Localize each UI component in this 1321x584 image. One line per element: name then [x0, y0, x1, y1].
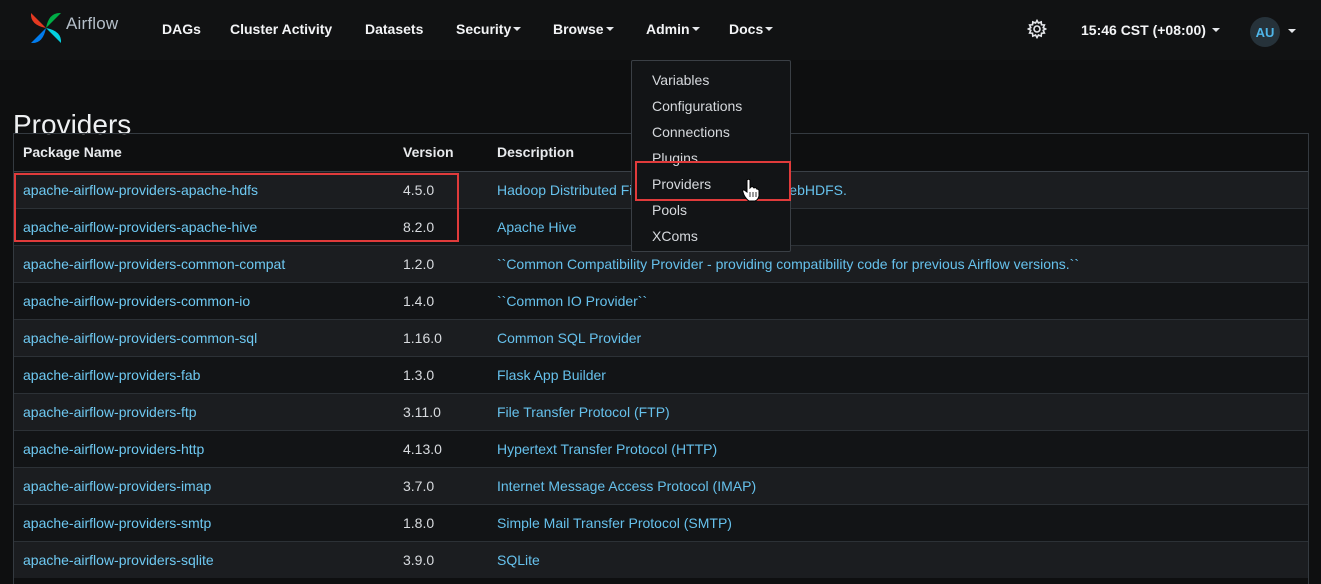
chevron-down-icon — [691, 27, 700, 32]
package-link[interactable]: apache-airflow-providers-common-compat — [23, 256, 285, 272]
header-version[interactable]: Version — [394, 134, 488, 172]
package-version: 3.7.0 — [394, 466, 488, 504]
chevron-down-icon[interactable] — [1288, 29, 1296, 33]
table-row: apache-airflow-providers-fab 1.3.0 Flask… — [14, 355, 1308, 393]
chevron-down-icon — [513, 27, 522, 32]
package-version: 1.2.0 — [394, 244, 488, 282]
table-row: apache-airflow-providers-http 4.13.0 Hyp… — [14, 429, 1308, 467]
table-row: apache-airflow-providers-smtp 1.8.0 Simp… — [14, 503, 1308, 541]
nav-docs-label: Docs — [729, 21, 764, 37]
package-description[interactable]: Hadoop Distributed File System (HDFS) an… — [488, 170, 1308, 208]
hand-cursor-icon — [742, 178, 760, 202]
package-version: 3.9.0 — [394, 540, 488, 578]
package-version: 4.13.0 — [394, 429, 488, 467]
package-version: 1.4.0 — [394, 281, 488, 319]
table-row: apache-airflow-providers-common-io 1.4.0… — [14, 281, 1308, 319]
nav-browse[interactable]: Browse — [553, 21, 614, 37]
package-link[interactable]: apache-airflow-providers-imap — [23, 478, 211, 494]
nav-datasets[interactable]: Datasets — [365, 21, 423, 37]
package-version: 1.16.0 — [394, 318, 488, 356]
package-link[interactable]: apache-airflow-providers-ftp — [23, 404, 197, 420]
package-version: 8.2.0 — [394, 207, 488, 245]
package-description[interactable]: Internet Message Access Protocol (IMAP) — [488, 466, 1308, 504]
brand-name: Airflow — [66, 14, 119, 33]
nav-admin[interactable]: Admin — [646, 21, 700, 37]
menu-item-plugins[interactable]: Plugins — [652, 150, 698, 166]
menu-item-xcoms[interactable]: XComs — [652, 228, 698, 244]
menu-item-providers[interactable]: Providers — [652, 176, 711, 192]
airflow-logo-icon — [30, 12, 62, 44]
top-navbar: Airflow DAGs Cluster Activity Datasets S… — [0, 0, 1321, 60]
user-avatar[interactable]: AU — [1250, 17, 1280, 47]
package-link[interactable]: apache-airflow-providers-http — [23, 441, 204, 457]
package-description[interactable]: Apache Hive — [488, 207, 1308, 245]
package-description[interactable]: Flask App Builder — [488, 355, 1308, 393]
package-link[interactable]: apache-airflow-providers-sqlite — [23, 552, 214, 568]
package-link[interactable]: apache-airflow-providers-apache-hive — [23, 219, 257, 235]
airflow-home-link[interactable]: Airflow — [27, 9, 118, 47]
nav-docs[interactable]: Docs — [729, 21, 774, 37]
nav-security-label: Security — [456, 21, 512, 37]
package-description[interactable]: Hypertext Transfer Protocol (HTTP) — [488, 429, 1308, 467]
menu-item-connections[interactable]: Connections — [652, 124, 730, 140]
timezone-clock[interactable]: 15:46 CST (+08:00) — [1081, 22, 1220, 38]
menu-item-configurations[interactable]: Configurations — [652, 98, 742, 114]
package-link[interactable]: apache-airflow-providers-common-sql — [23, 330, 257, 346]
chevron-down-icon — [765, 27, 774, 32]
clock-label: 15:46 CST (+08:00) — [1081, 22, 1206, 38]
gear-icon[interactable] — [1027, 19, 1047, 39]
table-row: apache-airflow-providers-sqlite 3.9.0 SQ… — [14, 540, 1308, 578]
package-description[interactable]: Common SQL Provider — [488, 318, 1308, 356]
package-version: 1.3.0 — [394, 355, 488, 393]
table-row: apache-airflow-providers-imap 3.7.0 Inte… — [14, 466, 1308, 504]
package-link[interactable]: apache-airflow-providers-smtp — [23, 515, 211, 531]
nav-dags[interactable]: DAGs — [162, 21, 201, 37]
admin-dropdown-menu: Variables Configurations Connections Plu… — [631, 60, 791, 252]
package-description[interactable]: File Transfer Protocol (FTP) — [488, 392, 1308, 430]
package-version: 4.5.0 — [394, 170, 488, 208]
package-description[interactable]: ``Common IO Provider`` — [488, 281, 1308, 319]
nav-cluster-activity[interactable]: Cluster Activity — [230, 21, 332, 37]
package-version: 1.8.0 — [394, 503, 488, 541]
table-row: apache-airflow-providers-ftp 3.11.0 File… — [14, 392, 1308, 430]
chevron-down-icon — [605, 27, 614, 32]
package-link[interactable]: apache-airflow-providers-fab — [23, 367, 200, 383]
package-link[interactable]: apache-airflow-providers-apache-hdfs — [23, 182, 258, 198]
menu-item-pools[interactable]: Pools — [652, 202, 687, 218]
nav-browse-label: Browse — [553, 21, 604, 37]
chevron-down-icon — [1211, 28, 1220, 33]
nav-security[interactable]: Security — [456, 21, 522, 37]
menu-item-variables[interactable]: Variables — [652, 72, 709, 88]
package-description[interactable]: ``Common Compatibility Provider - provid… — [488, 244, 1308, 282]
package-description[interactable]: SQLite — [488, 540, 1308, 578]
header-package-name[interactable]: Package Name — [14, 134, 394, 172]
package-description[interactable]: Simple Mail Transfer Protocol (SMTP) — [488, 503, 1308, 541]
nav-admin-label: Admin — [646, 21, 690, 37]
package-version: 3.11.0 — [394, 392, 488, 430]
header-description[interactable]: Description — [488, 134, 1308, 172]
package-link[interactable]: apache-airflow-providers-common-io — [23, 293, 250, 309]
table-row: apache-airflow-providers-common-sql 1.16… — [14, 318, 1308, 356]
